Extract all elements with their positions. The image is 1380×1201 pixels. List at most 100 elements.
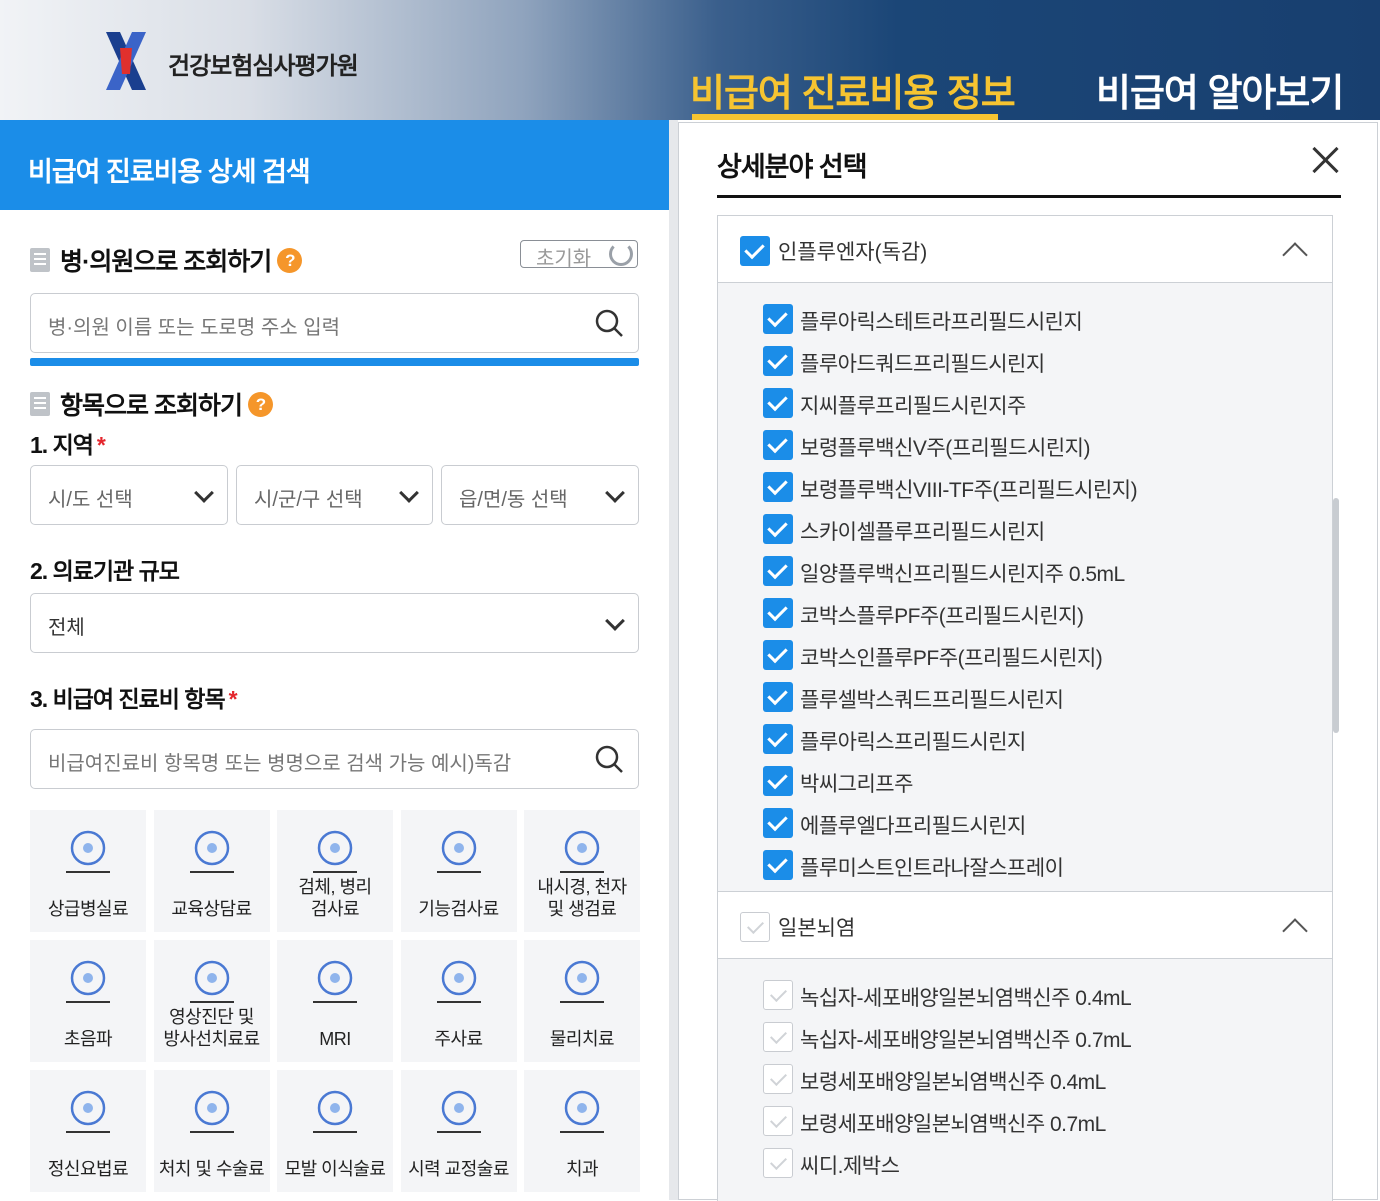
category-tile[interactable]: 기능검사료 <box>400 810 517 932</box>
nav-noncovered-learn[interactable]: 비급여 알아보기 <box>1096 62 1344 117</box>
category-tile[interactable]: 시력 교정술료 <box>400 1070 517 1192</box>
checklist-item[interactable]: 코박스인플루PF주(프리필드시린지) <box>718 635 1332 677</box>
group-header[interactable]: 인플루엔자(독감) <box>718 215 1332 283</box>
item-checkbox[interactable] <box>763 682 793 712</box>
category-tile[interactable]: 교육상담료 <box>153 810 270 932</box>
item-label: 코박스플루PF주(프리필드시린지) <box>800 605 1084 628</box>
checklist-item[interactable]: 지씨플루프리필드시린지주 <box>718 383 1332 425</box>
search-icon[interactable] <box>594 744 624 774</box>
category-label: 치과 <box>565 1159 599 1179</box>
item-label: 에플루엘다프리필드시린지 <box>800 815 1026 838</box>
item-label: 녹십자-세포배양일본뇌염백신주 0.4mL <box>800 987 1132 1010</box>
item-label: 코박스인플루PF주(프리필드시린지) <box>800 647 1103 670</box>
list-icon <box>30 392 50 416</box>
brand-name[interactable]: 건강보험심사평가원 <box>168 46 359 81</box>
help-icon[interactable]: ? <box>277 247 303 273</box>
item-checkbox[interactable] <box>763 556 793 586</box>
checklist-item[interactable]: 스카이셀플루프리필드시린지 <box>718 509 1332 551</box>
region-label: 1. 지역 * <box>30 432 106 458</box>
scrollbar[interactable] <box>1333 498 1339 733</box>
checklist-item[interactable]: 박씨그리프주 <box>718 761 1332 803</box>
checklist-item[interactable]: 씨디.제박스 <box>718 1143 1332 1185</box>
item-checkbox[interactable] <box>763 1148 793 1178</box>
category-label: 정신요법료 <box>47 1159 129 1179</box>
category-tile[interactable]: 모발 이식술료 <box>277 1070 393 1192</box>
item-checkbox[interactable] <box>763 850 793 880</box>
category-tile[interactable]: 영상진단 및 방사선치료료 <box>153 940 270 1062</box>
search-icon[interactable] <box>594 308 624 338</box>
category-tile[interactable]: MRI <box>277 940 393 1062</box>
checklist-item[interactable]: 에플루엘다프리필드시린지 <box>718 803 1332 845</box>
nav-noncovered-cost-info[interactable]: 비급여 진료비용 정보 <box>690 62 1016 117</box>
category-tile[interactable]: 처치 및 수술료 <box>153 1070 270 1192</box>
item-checkbox[interactable] <box>763 514 793 544</box>
checklist-item[interactable]: 일양플루백신프리필드시린지주 0.5mL <box>718 551 1332 593</box>
item-label: 보령세포배양일본뇌염백신주 0.4mL <box>800 1071 1106 1094</box>
chevron-up-icon[interactable] <box>1282 918 1308 944</box>
checklist-item[interactable]: 보령세포배양일본뇌염백신주 0.4mL <box>718 1059 1332 1101</box>
scale-select[interactable]: 전체 <box>30 593 639 653</box>
reset-label: 초기화 <box>536 248 592 270</box>
checklist-item[interactable]: 플루셀박스쿼드프리필드시린지 <box>718 677 1332 719</box>
category-tile[interactable]: 치과 <box>524 1070 640 1192</box>
item-checkbox[interactable] <box>763 346 793 376</box>
hospital-search-input[interactable]: 병·의원 이름 또는 도로명 주소 입력 <box>30 293 639 353</box>
category-label: 내시경, 천자 및 생검료 <box>537 877 627 919</box>
checklist-item[interactable]: 코박스플루PF주(프리필드시린지) <box>718 593 1332 635</box>
category-tile[interactable]: 물리치료 <box>524 940 640 1062</box>
chevron-up-icon[interactable] <box>1282 242 1308 268</box>
checklist-item[interactable]: 플루아드쿼드프리필드시린지 <box>718 341 1332 383</box>
item-checkbox[interactable] <box>763 304 793 334</box>
close-icon[interactable] <box>1311 145 1341 175</box>
item-checkbox[interactable] <box>763 1106 793 1136</box>
category-tile[interactable]: 초음파 <box>30 940 146 1062</box>
group-checkbox[interactable] <box>740 236 770 266</box>
checklist-item[interactable]: 플루아릭스프리필드시린지 <box>718 719 1332 761</box>
item-checkbox[interactable] <box>763 1064 793 1094</box>
category-tile[interactable]: 주사료 <box>400 940 517 1062</box>
category-label: 시력 교정술료 <box>408 1159 509 1179</box>
refresh-icon <box>609 242 633 266</box>
item-label: 스카이셀플루프리필드시린지 <box>800 521 1045 544</box>
item-checkbox[interactable] <box>763 598 793 628</box>
item-checkbox[interactable] <box>763 388 793 418</box>
checklist-item[interactable]: 플루아릭스테트라프리필드시린지 <box>718 299 1332 341</box>
item-label: 지씨플루프리필드시린지주 <box>800 395 1026 418</box>
checklist-item[interactable]: 녹십자-세포배양일본뇌염백신주 0.7mL <box>718 1017 1332 1059</box>
checklist-item[interactable]: 보령플루백신V주(프리필드시린지) <box>718 425 1332 467</box>
item-checkbox[interactable] <box>763 980 793 1010</box>
item-checkbox[interactable] <box>763 808 793 838</box>
building-icon <box>30 248 50 272</box>
category-tile[interactable]: 검체, 병리 검사료 <box>277 810 393 932</box>
checklist-item[interactable]: 플루미스트인트라나잘스프레이 <box>718 845 1332 887</box>
item-search-heading: 항목으로 조회하기 ? <box>30 386 273 422</box>
category-tile[interactable]: 내시경, 천자 및 생검료 <box>524 810 640 932</box>
help-icon[interactable]: ? <box>247 391 273 417</box>
group-checkbox[interactable] <box>740 912 770 942</box>
checklist-item[interactable]: 녹십자-세포배양일본뇌염백신주 0.4mL <box>718 975 1332 1017</box>
checklist-item[interactable]: 보령세포배양일본뇌염백신주 0.7mL <box>718 1101 1332 1143</box>
province-select[interactable]: 시/도 선택 <box>30 465 228 525</box>
item-checkbox[interactable] <box>763 640 793 670</box>
reset-button[interactable]: 초기화 <box>520 240 638 270</box>
group-header[interactable]: 일본뇌염 <box>718 891 1332 959</box>
search-underline <box>30 358 639 366</box>
category-tile[interactable]: 정신요법료 <box>30 1070 146 1192</box>
hira-logo-icon[interactable] <box>100 28 152 94</box>
item-checkbox[interactable] <box>763 766 793 796</box>
town-select[interactable]: 읍/면/동 선택 <box>441 465 639 525</box>
category-search-input[interactable]: 비급여진료비 항목명 또는 병명으로 검색 가능 예시)독감 <box>30 729 639 789</box>
modal-title: 상세분야 선택 <box>717 152 868 182</box>
item-label: 플루셀박스쿼드프리필드시린지 <box>800 689 1064 712</box>
category-search-placeholder: 비급여진료비 항목명 또는 병명으로 검색 가능 예시)독감 <box>48 753 512 775</box>
active-nav-underline <box>692 114 998 120</box>
item-checkbox[interactable] <box>763 430 793 460</box>
item-label: 보령플루백신V주(프리필드시린지) <box>800 437 1090 460</box>
item-checkbox[interactable] <box>763 1022 793 1052</box>
checklist-item[interactable]: 보령플루백신VIII-TF주(프리필드시린지) <box>718 467 1332 509</box>
item-checkbox[interactable] <box>763 724 793 754</box>
district-select[interactable]: 시/군/구 선택 <box>236 465 433 525</box>
group-label: 인플루엔자(독감) <box>778 241 928 264</box>
item-checkbox[interactable] <box>763 472 793 502</box>
category-tile[interactable]: 상급병실료 <box>30 810 146 932</box>
